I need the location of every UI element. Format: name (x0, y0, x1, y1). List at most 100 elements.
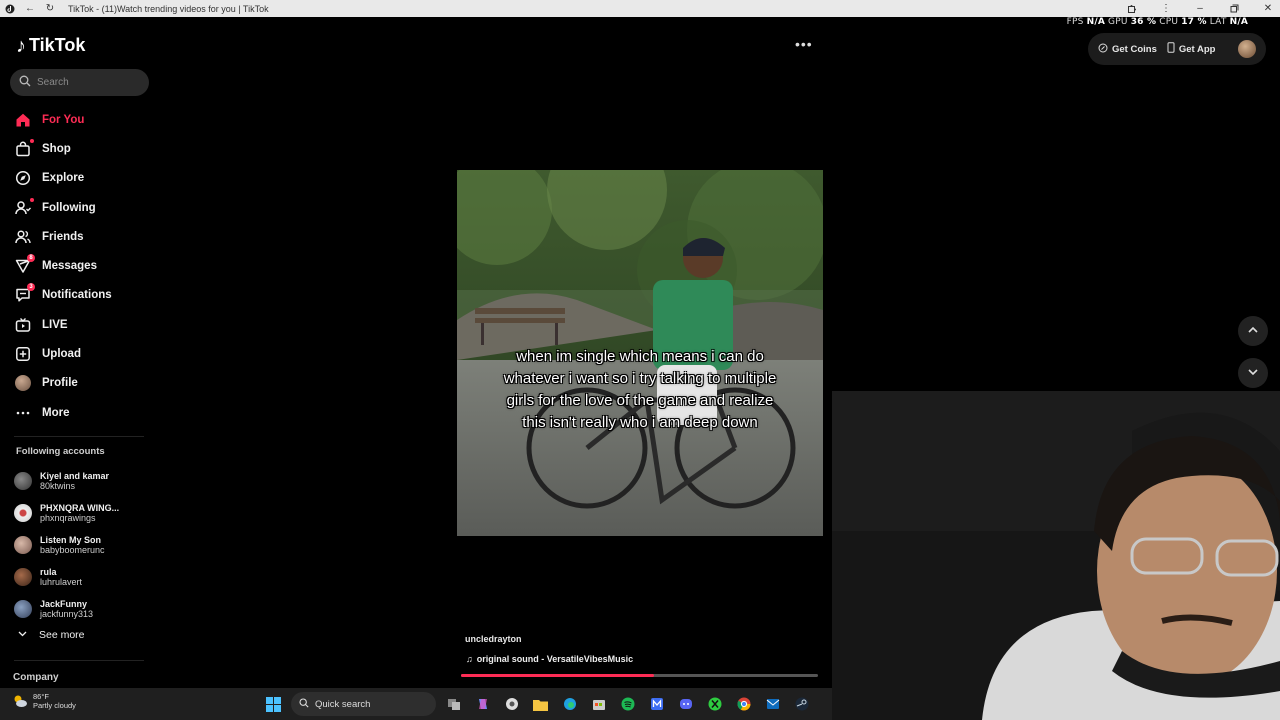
nav-item-profile[interactable]: Profile (14, 369, 154, 398)
app-m-icon[interactable] (645, 693, 668, 716)
nav-item-following[interactable]: Following (14, 193, 154, 222)
avatar (14, 568, 32, 586)
company-link[interactable]: Company (13, 672, 59, 683)
discord-icon[interactable] (674, 693, 697, 716)
reload-icon[interactable]: ↻ (44, 3, 56, 15)
messages-icon: 8 (14, 254, 35, 275)
quick-search-box[interactable]: Quick search (291, 692, 436, 716)
account-username: jackfunny313 (40, 609, 94, 619)
shop-icon (14, 138, 34, 158)
steam-icon[interactable] (790, 693, 813, 716)
nav-item-notifications[interactable]: 3 Notifications (14, 281, 154, 310)
list-item[interactable]: PHXNQRA WING... phxnqrawings (14, 497, 154, 529)
list-item[interactable]: JackFunny jackfunny313 (14, 593, 154, 625)
main-nav: For You Shop Explore Following Friends 8… (14, 105, 154, 427)
following-dot-badge (30, 197, 34, 202)
avatar (14, 472, 32, 490)
nav-item-shop[interactable]: Shop (14, 134, 154, 163)
shop-dot-badge (30, 138, 34, 143)
restore-icon[interactable] (1228, 3, 1240, 15)
get-coins-button[interactable]: Get Coins (1098, 43, 1157, 56)
avatar[interactable] (1238, 40, 1256, 58)
close-icon[interactable]: ✕ (1262, 3, 1274, 15)
temperature-label: 86°F (33, 692, 49, 701)
friends-icon (14, 228, 32, 246)
list-item[interactable]: Listen My Son babyboomerunc (14, 529, 154, 561)
back-arrow-icon[interactable]: ← (24, 3, 36, 15)
search-icon (19, 74, 31, 92)
nav-label: For You (42, 113, 85, 126)
notifications-icon: 3 (14, 283, 35, 304)
more-options-icon[interactable]: ••• (795, 36, 813, 52)
account-name: Kiyel and kamar (40, 470, 110, 481)
xbox-icon[interactable] (703, 693, 726, 716)
live-icon (14, 316, 32, 334)
list-item[interactable]: rula luhrulavert (14, 561, 154, 593)
video-sound[interactable]: ♫ original sound - VersatileVibesMusic (466, 654, 633, 664)
account-name: JackFunny (40, 598, 88, 609)
weather-condition-label: Partly cloudy (33, 701, 76, 711)
nav-item-friends[interactable]: Friends (14, 222, 154, 251)
video-player[interactable]: when im single which means i can do what… (457, 170, 823, 536)
quick-search-label: Quick search (315, 698, 371, 710)
nav-label: LIVE (42, 318, 68, 331)
outlook-icon[interactable] (761, 693, 784, 716)
phone-icon (1167, 42, 1175, 56)
task-view-icon[interactable] (442, 693, 465, 716)
list-item[interactable]: Kiyel and kamar 80ktwins (14, 465, 154, 497)
next-video-button[interactable] (1238, 358, 1268, 388)
webcam-overlay (832, 391, 1280, 720)
app-logo-icon (4, 3, 16, 15)
taskbar-apps: Quick search (262, 688, 813, 720)
taskbar: 86°F Partly cloudy Quick search (0, 688, 832, 720)
nav-label: Messages (42, 260, 97, 273)
previous-video-button[interactable] (1238, 316, 1268, 346)
chrome-icon[interactable] (732, 693, 755, 716)
extensions-icon[interactable] (1126, 3, 1138, 15)
tiktok-logo[interactable]: ♪ TikTok (16, 35, 85, 56)
windows-start-icon[interactable] (262, 693, 285, 716)
get-app-button[interactable]: Get App (1167, 42, 1215, 56)
chevron-up-icon (1247, 324, 1259, 339)
account-name: rula (40, 566, 57, 577)
nav-item-live[interactable]: LIVE (14, 310, 154, 339)
store-icon[interactable] (587, 693, 610, 716)
weather-widget[interactable]: 86°F Partly cloudy (12, 692, 76, 711)
spotify-icon[interactable] (616, 693, 639, 716)
kebab-menu-icon[interactable]: ⋮ (1160, 3, 1172, 15)
music-note-icon: ♫ (466, 654, 473, 664)
chevron-down-icon (1247, 366, 1259, 381)
nav-item-more[interactable]: More (14, 398, 154, 427)
video-username[interactable]: uncledrayton (465, 634, 522, 644)
nav-item-explore[interactable]: Explore (14, 164, 154, 193)
nav-item-for-you[interactable]: For You (14, 105, 154, 134)
file-explorer-icon[interactable] (529, 693, 552, 716)
gpu-value: 36 % (1130, 17, 1157, 27)
chrome-alt-icon[interactable] (500, 693, 523, 716)
search-input[interactable] (37, 77, 137, 88)
tiktok-note-icon: ♪ (16, 34, 26, 57)
edge-icon[interactable] (558, 693, 581, 716)
video-caption: when im single which means i can do what… (503, 348, 777, 431)
upload-icon (14, 345, 32, 363)
minimize-icon[interactable]: – (1194, 3, 1206, 15)
messages-count-badge: 8 (27, 254, 35, 263)
video-progress-bar[interactable] (461, 674, 818, 677)
chevron-down-icon (18, 629, 27, 641)
lat-label: LAT (1209, 17, 1227, 27)
nav-label: Explore (42, 172, 85, 185)
nav-label: More (42, 406, 70, 419)
copilot-icon[interactable] (471, 693, 494, 716)
nav-item-upload[interactable]: Upload (14, 339, 154, 368)
see-more-label: See more (39, 629, 85, 641)
sidebar-divider (14, 660, 144, 661)
avatar (14, 374, 32, 392)
nav-label: Shop (42, 142, 71, 155)
lat-value: N/A (1229, 17, 1248, 27)
sidebar-divider (14, 436, 144, 437)
avatar (14, 600, 32, 618)
avatar (14, 536, 32, 554)
nav-item-messages[interactable]: 8 Messages (14, 251, 154, 280)
see-more-button[interactable]: See more (18, 629, 85, 641)
search-box[interactable] (10, 69, 149, 96)
